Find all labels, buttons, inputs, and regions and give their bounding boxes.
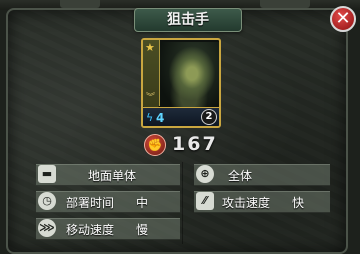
bullets-icon: ⁄⁄ — [196, 192, 214, 210]
unit-title: 狙击手 — [134, 8, 242, 32]
deploy-time-value: 中 — [136, 196, 149, 210]
power-value: 167 — [172, 133, 218, 155]
stopwatch-icon: ◷ — [38, 192, 56, 210]
boot-icon: ⋙ — [38, 219, 56, 237]
stat-row — [194, 164, 330, 186]
move-speed-label: 移动速度 — [66, 223, 115, 237]
fist-icon: ✊ — [144, 134, 166, 156]
star-icon: ★ — [145, 41, 155, 54]
top-tab — [260, 0, 310, 8]
card-footer: ϟ 4 2 — [143, 107, 219, 126]
rank-ribbon: ★ ︾ — [143, 40, 160, 114]
attack-speed-label: 攻击速度 — [222, 196, 271, 210]
deploy-time-label: 部署时间 — [66, 196, 115, 210]
crosshair-icon: ⊕ — [196, 165, 214, 183]
tank-icon: ▬ — [38, 165, 56, 183]
attack-speed-value: 快 — [292, 196, 305, 210]
top-tab — [60, 0, 100, 8]
target-type: 地面单体 — [88, 169, 137, 183]
lightning-icon: ϟ — [146, 111, 154, 124]
close-button[interactable]: ✕ — [330, 6, 356, 32]
column-divider — [182, 162, 183, 244]
target-range: 全体 — [228, 169, 253, 183]
close-icon: ✕ — [335, 8, 351, 29]
energy-cost: 4 — [156, 111, 165, 125]
sniper-portrait — [159, 42, 219, 112]
level-badge: 2 — [201, 109, 217, 125]
move-speed-value: 慢 — [136, 223, 149, 237]
chevron-icon: ︾ — [146, 93, 156, 103]
unit-card: ★ ︾ ϟ 4 2 — [141, 38, 221, 128]
